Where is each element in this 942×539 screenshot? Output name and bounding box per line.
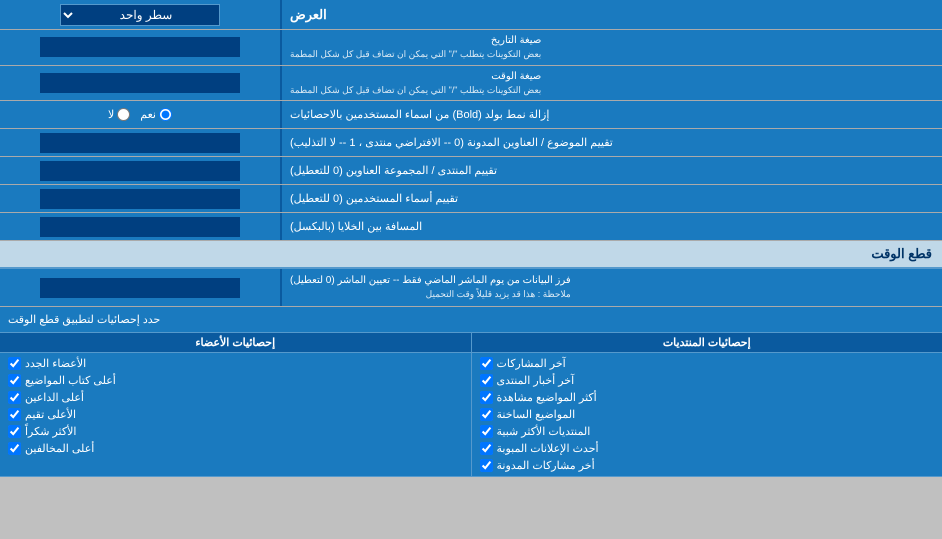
checkbox-item: أعلى الداعين — [8, 389, 463, 406]
topic-sort-label: تقييم الموضوع / العناوين المدونة (0 -- ا… — [280, 129, 942, 156]
bold-yes-label: نعم — [140, 108, 172, 121]
forum-sort-label: تقييم المنتدى / المجموعة العناوين (0 للت… — [280, 157, 942, 184]
chk-forums-0[interactable] — [480, 357, 493, 370]
date-format-input[interactable]: d-m — [40, 37, 240, 57]
chk-forums-5[interactable] — [480, 442, 493, 455]
chk-forums-4[interactable] — [480, 425, 493, 438]
bold-no-radio[interactable] — [117, 108, 130, 121]
display-select[interactable]: سطر واحد — [60, 4, 220, 26]
chk-members-3[interactable] — [8, 408, 21, 421]
checkbox-item: أعلى كتاب المواضيع — [8, 372, 463, 389]
checkbox-item: أكثر المواضيع مشاهدة — [480, 389, 935, 406]
checkbox-item: أحدث الإعلانات المبوبة — [480, 440, 935, 457]
topic-sort-input[interactable]: 33 — [40, 133, 240, 153]
checkbox-item: آخر المشاركات — [480, 355, 935, 372]
col-header-forums: إحصائيات المنتديات — [471, 333, 942, 352]
cell-spacing-label: المسافة بين الخلايا (بالبكسل) — [280, 213, 942, 240]
checkbox-item: أعلى المخالفين — [8, 440, 463, 457]
bold-yes-radio[interactable] — [159, 108, 172, 121]
chk-members-0[interactable] — [8, 357, 21, 370]
user-sort-label: تقييم أسماء المستخدمين (0 للتعطيل) — [280, 185, 942, 212]
time-cut-header: قطع الوقت — [0, 241, 942, 269]
chk-members-4[interactable] — [8, 425, 21, 438]
checkbox-item: المنتديات الأكثر شبية — [480, 423, 935, 440]
fetch-input[interactable]: 0 — [40, 278, 240, 298]
limit-label: حدد إحصائيات لتطبيق قطع الوقت — [0, 309, 942, 330]
time-format-label: صيغة الوقت بعض التكوينات يتطلب "/" التي … — [280, 66, 942, 101]
checkbox-item: آخر أخبار المنتدى — [480, 372, 935, 389]
bold-no-label: لا — [108, 108, 130, 121]
chk-members-2[interactable] — [8, 391, 21, 404]
col-header-members: إحصائيات الأعضاء — [0, 333, 471, 352]
chk-members-5[interactable] — [8, 442, 21, 455]
checkbox-item: الأكثر شكراً — [8, 423, 463, 440]
forum-sort-input[interactable]: 33 — [40, 161, 240, 181]
chk-forums-6[interactable] — [480, 459, 493, 472]
checkbox-item: الأعضاء الجدد — [8, 355, 463, 372]
chk-forums-1[interactable] — [480, 374, 493, 387]
checkbox-item: المواضيع الساخنة — [480, 406, 935, 423]
time-format-input[interactable]: H:i — [40, 73, 240, 93]
date-format-label: صيغة التاريخ بعض التكوينات يتطلب "/" الت… — [280, 30, 942, 65]
chk-forums-2[interactable] — [480, 391, 493, 404]
user-sort-input[interactable]: 0 — [40, 189, 240, 209]
cell-spacing-input[interactable]: 2 — [40, 217, 240, 237]
chk-members-1[interactable] — [8, 374, 21, 387]
chk-forums-3[interactable] — [480, 408, 493, 421]
fetch-label: فرز البيانات من يوم الماشر الماضي فقط --… — [280, 269, 942, 306]
display-label: العرض — [280, 0, 942, 29]
bold-remove-label: إزالة نمط بولد (Bold) من اسماء المستخدمي… — [280, 101, 942, 128]
checkbox-item: الأعلى تقيم — [8, 406, 463, 423]
checkbox-item: أخر مشاركات المدونة — [480, 457, 935, 474]
